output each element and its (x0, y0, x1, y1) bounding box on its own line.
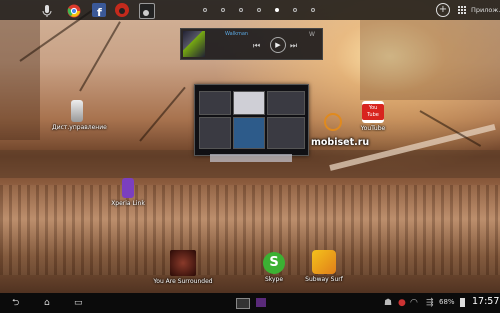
page-dot[interactable] (203, 8, 207, 12)
shortcut-label: Subway Surf (305, 276, 343, 283)
recent-apps-icon[interactable]: ▭ (74, 298, 83, 308)
battery-level: 68% (439, 298, 455, 306)
wallpaper-branch (139, 86, 186, 142)
previous-track-icon[interactable]: ⏮ (253, 41, 260, 51)
shortcut-remote[interactable]: Дист.управление (52, 100, 107, 131)
page-dot[interactable] (239, 8, 243, 12)
xperia-link-icon (122, 178, 134, 198)
page-dot[interactable] (221, 8, 225, 12)
next-track-icon[interactable]: ⏭ (290, 41, 297, 51)
shortcut-youtube[interactable]: You Tube YouTube (351, 101, 395, 132)
app-icon (324, 113, 342, 131)
home-screen: f + Прилож. Walkman ⏮ ▶ ⏭ W Дист.управле… (0, 0, 500, 313)
watermark: mobiset.ru (311, 137, 370, 148)
app-icon[interactable] (115, 3, 129, 17)
shortcut-you-are-surrounded[interactable]: You Are Surrounded (148, 250, 218, 285)
subway-surf-icon (312, 250, 336, 274)
preview-thumb (267, 91, 305, 115)
remote-control-icon (71, 100, 83, 122)
page-dot[interactable] (257, 8, 261, 12)
microphone-icon[interactable] (40, 3, 54, 17)
wifi-icon: ◠ (410, 298, 418, 308)
shortcut-subway-surf[interactable]: Subway Surf (304, 250, 344, 283)
shortcut-label: Skype (264, 276, 284, 283)
page-dot[interactable] (293, 8, 297, 12)
camera-icon[interactable] (139, 3, 155, 19)
preview-thumb (233, 117, 265, 149)
back-icon[interactable]: ⮌ (12, 298, 19, 308)
widget-preview-bar (210, 154, 292, 162)
track-title: Walkman (225, 31, 249, 37)
page-dot-active[interactable] (275, 8, 279, 12)
shortcut-label: Дист.управление (52, 124, 107, 131)
wallpaper-branch (79, 21, 121, 92)
wallpaper-reflection (0, 185, 500, 275)
alert-icon: ● (398, 298, 406, 308)
navigation-bar: ⮌ ⌂ ▭ ☗ ● ◠ ⇶ 68% 17:57 (0, 293, 500, 313)
usb-icon: ⇶ (426, 298, 434, 308)
widget-preview[interactable] (194, 84, 309, 156)
plus-icon[interactable]: + (436, 3, 450, 17)
preview-thumb (199, 91, 231, 115)
wallpaper-tree (360, 20, 500, 100)
album-art (183, 31, 205, 57)
apps-label: Прилож. (471, 6, 500, 14)
walkman-logo-icon: W (309, 31, 315, 38)
skype-icon: S (263, 252, 285, 274)
wallpaper-tree (0, 20, 40, 140)
chrome-icon[interactable] (67, 3, 81, 18)
shortcut-label: Xperia Link (111, 200, 145, 207)
home-icon[interactable]: ⌂ (44, 298, 50, 308)
preview-thumb (267, 117, 305, 149)
apps-grid-icon (458, 5, 467, 15)
apps-button[interactable]: Прилож. (458, 3, 500, 17)
music-widget[interactable]: Walkman ⏮ ▶ ⏭ W (180, 28, 323, 60)
top-bar: f + Прилож. (0, 0, 500, 20)
preview-thumb (199, 117, 231, 149)
shortcut-xperia-link[interactable]: Xperia Link (108, 178, 148, 207)
notification-icon[interactable] (256, 298, 266, 307)
page-dot[interactable] (311, 8, 315, 12)
svg-text:f: f (97, 6, 102, 18)
facebook-icon[interactable]: f (92, 3, 106, 19)
preview-thumb (233, 91, 265, 115)
shortcut-label: YouTube (360, 125, 386, 132)
small-app-icon[interactable] (236, 298, 250, 309)
battery-icon (460, 298, 465, 307)
shortcut-hidden[interactable] (322, 113, 344, 131)
android-icon: ☗ (384, 298, 393, 308)
shortcut-skype[interactable]: S Skype (256, 252, 292, 283)
shortcut-label: You Are Surrounded (153, 278, 213, 285)
youtube-icon: You Tube (362, 101, 384, 123)
clock[interactable]: 17:57 (472, 296, 499, 307)
play-icon[interactable]: ▶ (270, 37, 286, 53)
game-icon (170, 250, 196, 276)
